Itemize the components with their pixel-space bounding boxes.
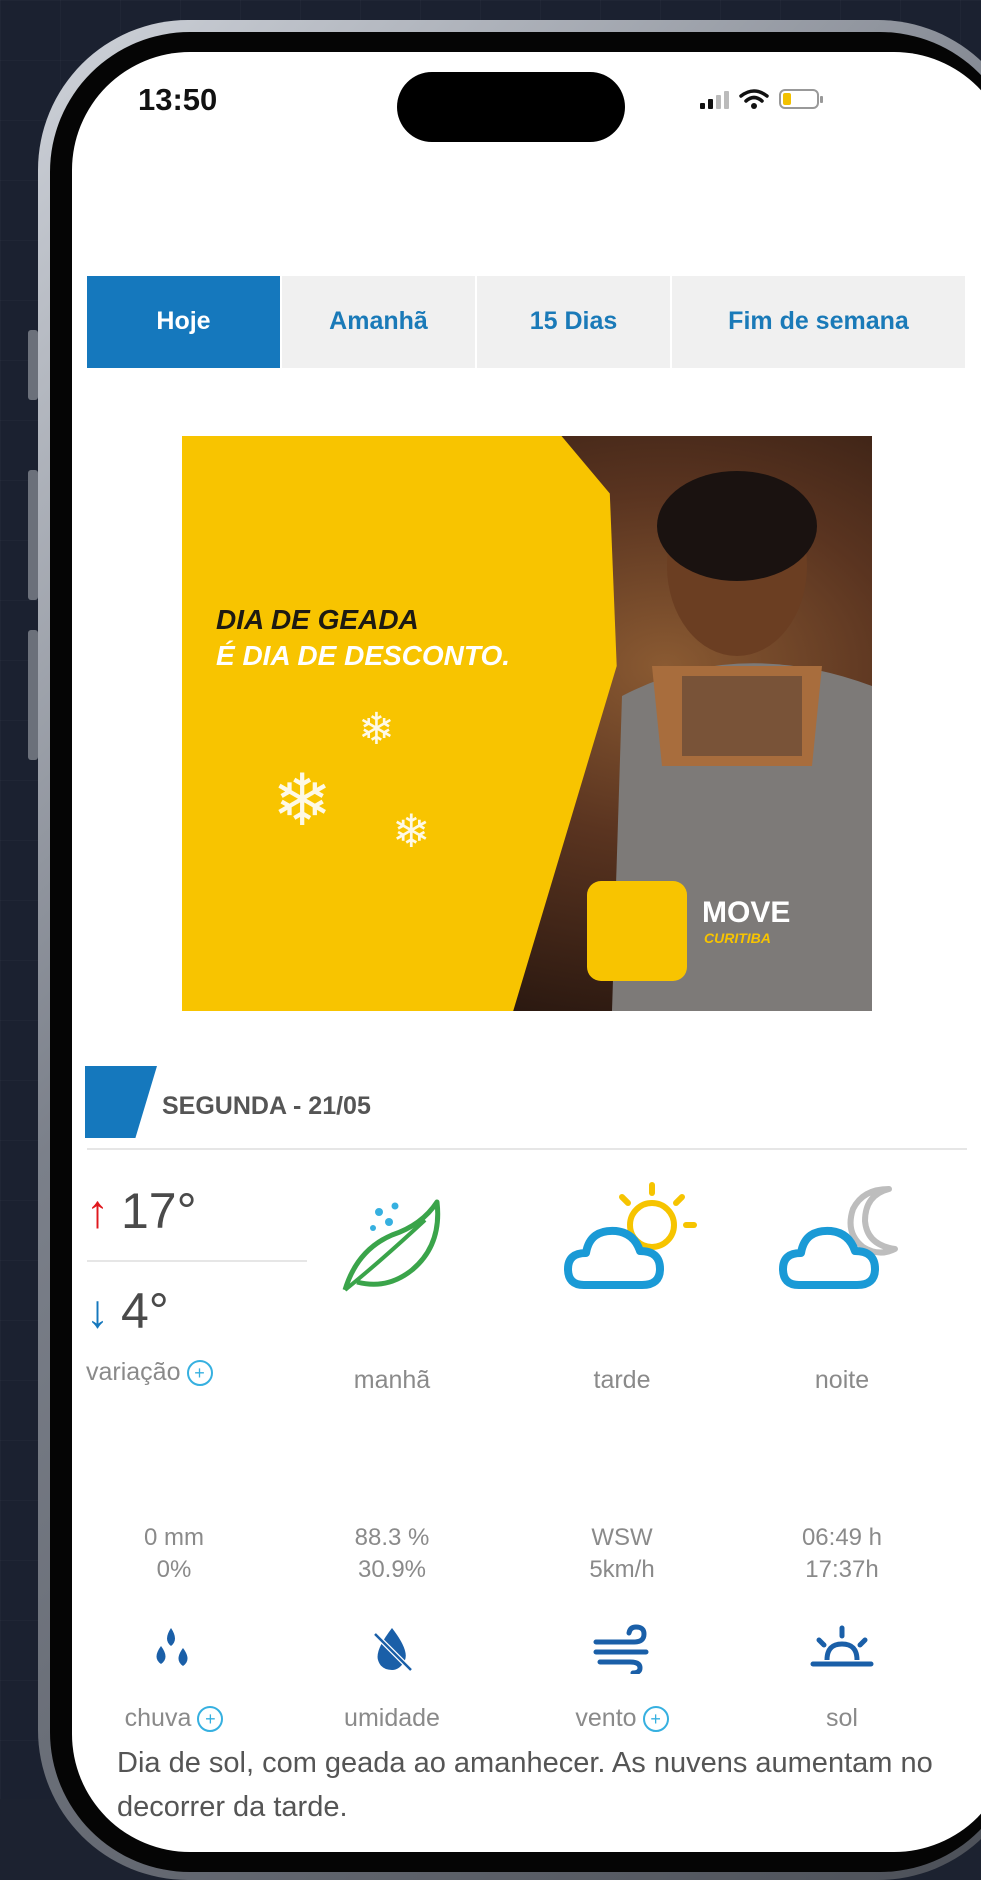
forecast-description: Dia de sol, com geada ao amanhecer. As n… <box>117 1747 933 1823</box>
snowflake-icon: ❄ <box>272 761 333 841</box>
max-temp-value: 17° <box>121 1183 197 1239</box>
tab-amanha[interactable]: Amanhã <box>282 276 477 368</box>
rain-label: chuva <box>124 1704 192 1732</box>
ad-brand: MOVE <box>702 896 791 929</box>
wind-speed: 5km/h <box>589 1556 655 1584</box>
rain-link[interactable]: chuva + <box>74 1704 274 1733</box>
dynamic-island <box>397 72 625 142</box>
status-icons <box>700 88 823 110</box>
move-logo-icon <box>587 881 687 981</box>
variation-label: variação <box>86 1358 181 1386</box>
cloud-sun-icon <box>564 1182 697 1289</box>
wind-link[interactable]: vento + <box>522 1704 722 1733</box>
min-temperature: ↓ 4° <box>86 1282 169 1340</box>
tab-hoje[interactable]: Hoje <box>87 276 282 368</box>
min-temp-value: 4° <box>121 1283 169 1339</box>
expand-icon[interactable]: + <box>642 1706 669 1733</box>
phone-screen: 13:50 Hoje Amanhã 15 Dias Fim de semana <box>72 52 981 1852</box>
variation-link[interactable]: variação + <box>86 1358 213 1387</box>
sun-stat: 06:49 h 17:37h <box>742 1522 942 1587</box>
snowflake-icon: ❄ <box>392 805 431 857</box>
max-temperature: ↑ 17° <box>86 1182 197 1240</box>
divider <box>87 1148 967 1150</box>
cloud-moon-icon <box>779 1186 898 1289</box>
wind-icon <box>522 1624 722 1674</box>
ad-brand-sub: CURITIBA <box>704 930 771 946</box>
status-time: 13:50 <box>138 82 218 117</box>
raindrops-icon <box>74 1624 274 1674</box>
forecast-tabs: Hoje Amanhã 15 Dias Fim de semana <box>87 276 967 368</box>
humidity-value-1: 88.3 % <box>354 1524 430 1551</box>
sun-label: sol <box>826 1704 858 1732</box>
humidity-stat: 88.3 % 30.9% <box>292 1522 492 1587</box>
rain-amount: 0 mm <box>144 1524 204 1551</box>
arrow-up-icon: ↑ <box>86 1185 109 1237</box>
period-label-night: noite <box>814 1366 870 1394</box>
day-marker <box>85 1066 157 1138</box>
rain-stat: 0 mm 0% <box>74 1522 274 1587</box>
rain-probability: 0% <box>156 1556 192 1584</box>
wind-label: vento <box>575 1704 637 1732</box>
humidity-value-2: 30.9% <box>357 1556 427 1584</box>
tab-fim-de-semana[interactable]: Fim de semana <box>672 276 967 368</box>
cellular-signal-icon <box>700 89 729 109</box>
snowflake-icon: ❄ <box>358 705 395 754</box>
divider <box>87 1260 307 1262</box>
action-button <box>28 330 38 400</box>
arrow-down-icon: ↓ <box>86 1285 109 1337</box>
wifi-icon <box>739 89 769 109</box>
tab-15-dias[interactable]: 15 Dias <box>477 276 672 368</box>
ad-headline: DIA DE GEADA <box>216 604 419 635</box>
battery-icon <box>779 89 823 109</box>
sunrise-time: 06:49 h <box>801 1524 883 1551</box>
volume-up-button <box>28 470 38 600</box>
humidity-drop-icon <box>292 1624 492 1674</box>
advertisement-banner[interactable]: DIA DE GEADA É DIA DE DESCONTO. ❄ ❄ ❄ MO… <box>182 436 872 1011</box>
period-label-afternoon: tarde <box>593 1366 651 1394</box>
ad-subheadline: É DIA DE DESCONTO. <box>216 640 511 671</box>
sunrise-icon <box>742 1624 942 1674</box>
wind-direction: WSW <box>591 1524 653 1551</box>
sunset-time: 17:37h <box>805 1556 879 1584</box>
humidity-label: umidade <box>344 1704 440 1732</box>
leaf-frost-icon <box>342 1199 441 1292</box>
expand-icon[interactable]: + <box>186 1360 213 1387</box>
expand-icon[interactable]: + <box>197 1706 224 1733</box>
volume-down-button <box>28 630 38 760</box>
wind-stat: WSW 5km/h <box>522 1522 722 1587</box>
day-title: SEGUNDA - 21/05 <box>162 1092 371 1120</box>
period-label-morning: manhã <box>353 1366 431 1394</box>
